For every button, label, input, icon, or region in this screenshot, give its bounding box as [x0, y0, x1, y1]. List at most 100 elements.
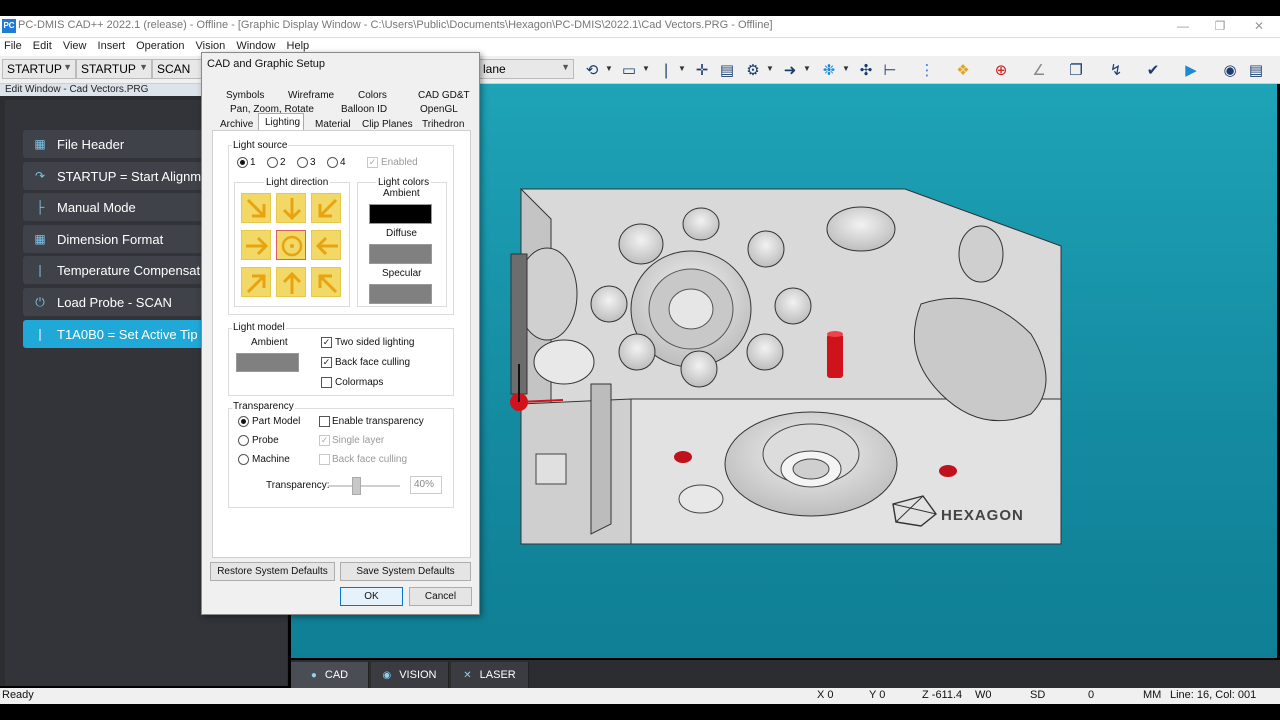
two-sided-lighting-checkbox[interactable]: ✓ — [321, 337, 332, 348]
edit-item-label: Dimension Format — [57, 231, 164, 247]
tab-laser[interactable]: ✕ LASER — [451, 662, 529, 688]
light-source-radio-1[interactable] — [237, 157, 248, 168]
tab-symbols[interactable]: Symbols — [226, 90, 264, 101]
comment-icon[interactable]: ▤ — [717, 60, 737, 80]
execute-icon[interactable]: ➜ — [780, 60, 800, 80]
specular-color-swatch[interactable] — [369, 284, 432, 304]
chevron-down-icon[interactable]: ▼ — [803, 64, 811, 73]
status-x: X 0 — [817, 689, 834, 701]
colormaps-checkbox[interactable] — [321, 377, 332, 388]
chevron-down-icon[interactable]: ▼ — [605, 64, 613, 73]
view-rotate-icon[interactable]: ⟲ — [582, 60, 602, 80]
startup-combo[interactable]: STARTUP ▼ — [76, 59, 152, 79]
machine-radio[interactable] — [238, 454, 249, 465]
tab-cad-gdt[interactable]: CAD GD&T — [418, 90, 470, 101]
play-icon[interactable]: ▶ — [1181, 60, 1201, 80]
light-dir-center[interactable] — [276, 230, 306, 260]
chevron-down-icon[interactable]: ▼ — [842, 64, 850, 73]
workplane-combo[interactable]: lane ▼ — [478, 59, 574, 79]
measure-icon[interactable]: ∠ — [1029, 60, 1049, 80]
tab-material[interactable]: Material — [315, 119, 351, 130]
light-dir-bottom-left[interactable] — [241, 267, 271, 297]
light-source-radio-2[interactable] — [267, 157, 278, 168]
orbit-icon[interactable]: ❉ — [819, 60, 839, 80]
tab-trihedron[interactable]: Trihedron — [422, 119, 464, 130]
save-defaults-button[interactable]: Save System Defaults — [340, 562, 471, 581]
tab-lighting[interactable]: Lighting — [265, 117, 300, 128]
close-icon[interactable]: ✕ — [1250, 17, 1268, 35]
enable-transparency-label: Enable transparency — [332, 416, 424, 427]
menu-operation[interactable]: Operation — [132, 38, 188, 54]
diffuse-color-swatch[interactable] — [369, 244, 432, 264]
report-icon[interactable]: ▤ — [1246, 60, 1266, 80]
menu-insert[interactable]: Insert — [94, 38, 130, 54]
probe-icon[interactable]: ❘ — [656, 60, 676, 80]
status-units: MM — [1143, 689, 1162, 701]
part-model-radio[interactable] — [238, 416, 249, 427]
diffuse-label: Diffuse — [386, 228, 417, 239]
hexagon-logo-text: HEXAGON — [941, 507, 1024, 524]
tab-vision[interactable]: ◉ VISION — [371, 662, 449, 688]
construct-icon[interactable]: ❖ — [953, 60, 973, 80]
check-icon[interactable]: ✔ — [1143, 60, 1163, 80]
chevron-down-icon[interactable]: ▼ — [766, 64, 774, 73]
tab-archive[interactable]: Archive — [220, 119, 253, 130]
transparency-slider-thumb[interactable] — [352, 477, 361, 495]
tab-cad[interactable]: ● CAD — [291, 662, 369, 688]
light-source-radio-4[interactable] — [327, 157, 338, 168]
light-dir-bottom-right[interactable] — [311, 267, 341, 297]
chevron-down-icon[interactable]: ▼ — [678, 64, 686, 73]
menu-edit[interactable]: Edit — [29, 38, 56, 54]
camera-icon[interactable]: ◉ — [1220, 60, 1240, 80]
tab-colors[interactable]: Colors — [358, 90, 387, 101]
ambient-color-swatch[interactable] — [369, 204, 432, 224]
light-source-radio-3[interactable] — [297, 157, 308, 168]
settings-icon[interactable]: ⚙ — [743, 60, 763, 80]
points-icon[interactable]: ⋮ — [917, 60, 937, 80]
restore-defaults-button[interactable]: Restore System Defaults — [210, 562, 335, 581]
back-face-culling-checkbox[interactable]: ✓ — [321, 357, 332, 368]
trans-back-face-checkbox[interactable] — [319, 454, 330, 465]
restore-icon[interactable]: ❐ — [1211, 17, 1229, 35]
scan-icon[interactable]: ↯ — [1106, 60, 1126, 80]
chevron-down-icon[interactable]: ▼ — [642, 64, 650, 73]
enabled-checkbox[interactable]: ✓ — [367, 157, 378, 168]
arrow-left-icon — [315, 236, 338, 256]
minimize-icon[interactable]: — — [1174, 17, 1192, 35]
light-dir-right[interactable] — [311, 230, 341, 260]
status-z: Z -611.4 — [922, 689, 963, 701]
alignment-combo[interactable]: STARTUP ▼ — [2, 59, 76, 79]
radio-label: 3 — [310, 157, 316, 168]
cube-view-icon[interactable]: ▭ — [619, 60, 639, 80]
light-dir-top[interactable] — [276, 193, 306, 223]
menu-file[interactable]: File — [0, 38, 26, 54]
translate-icon[interactable]: ✣ — [856, 60, 876, 80]
enable-transparency-checkbox[interactable] — [319, 416, 330, 427]
edit-item-label: STARTUP = Start Alignment — [57, 168, 220, 184]
light-dir-bottom[interactable] — [276, 267, 306, 297]
ok-button[interactable]: OK — [340, 587, 403, 606]
model-ambient-swatch[interactable] — [236, 353, 299, 372]
copy-icon[interactable]: ❐ — [1066, 60, 1086, 80]
probe-radio[interactable] — [238, 435, 249, 446]
transparency-slider-track[interactable] — [328, 485, 400, 487]
single-layer-checkbox[interactable]: ✓ — [319, 435, 330, 446]
tab-wireframe[interactable]: Wireframe — [288, 90, 334, 101]
menu-view[interactable]: View — [59, 38, 91, 54]
light-dir-top-left[interactable] — [241, 193, 271, 223]
tab-opengl[interactable]: OpenGL — [420, 104, 458, 115]
move-icon[interactable]: ✛ — [692, 60, 712, 80]
light-dir-top-right[interactable] — [311, 193, 341, 223]
status-sd: SD — [1030, 689, 1046, 701]
align-icon[interactable]: ⊢ — [880, 60, 900, 80]
light-dir-left[interactable] — [241, 230, 271, 260]
cancel-button[interactable]: Cancel — [409, 587, 472, 606]
target-icon[interactable]: ⊕ — [991, 60, 1011, 80]
status-w: W0 — [975, 689, 992, 701]
probe-label: Probe — [252, 435, 279, 446]
probe-combo[interactable]: SCAN — [152, 59, 202, 79]
transparency-value-field[interactable]: 40% — [410, 476, 442, 494]
edit-item-set-active-tip[interactable]: ❘ T1A0B0 = Set Active Tip — [23, 320, 205, 348]
tab-balloon-id[interactable]: Balloon ID — [341, 104, 387, 115]
tab-clip-planes[interactable]: Clip Planes — [362, 119, 413, 130]
